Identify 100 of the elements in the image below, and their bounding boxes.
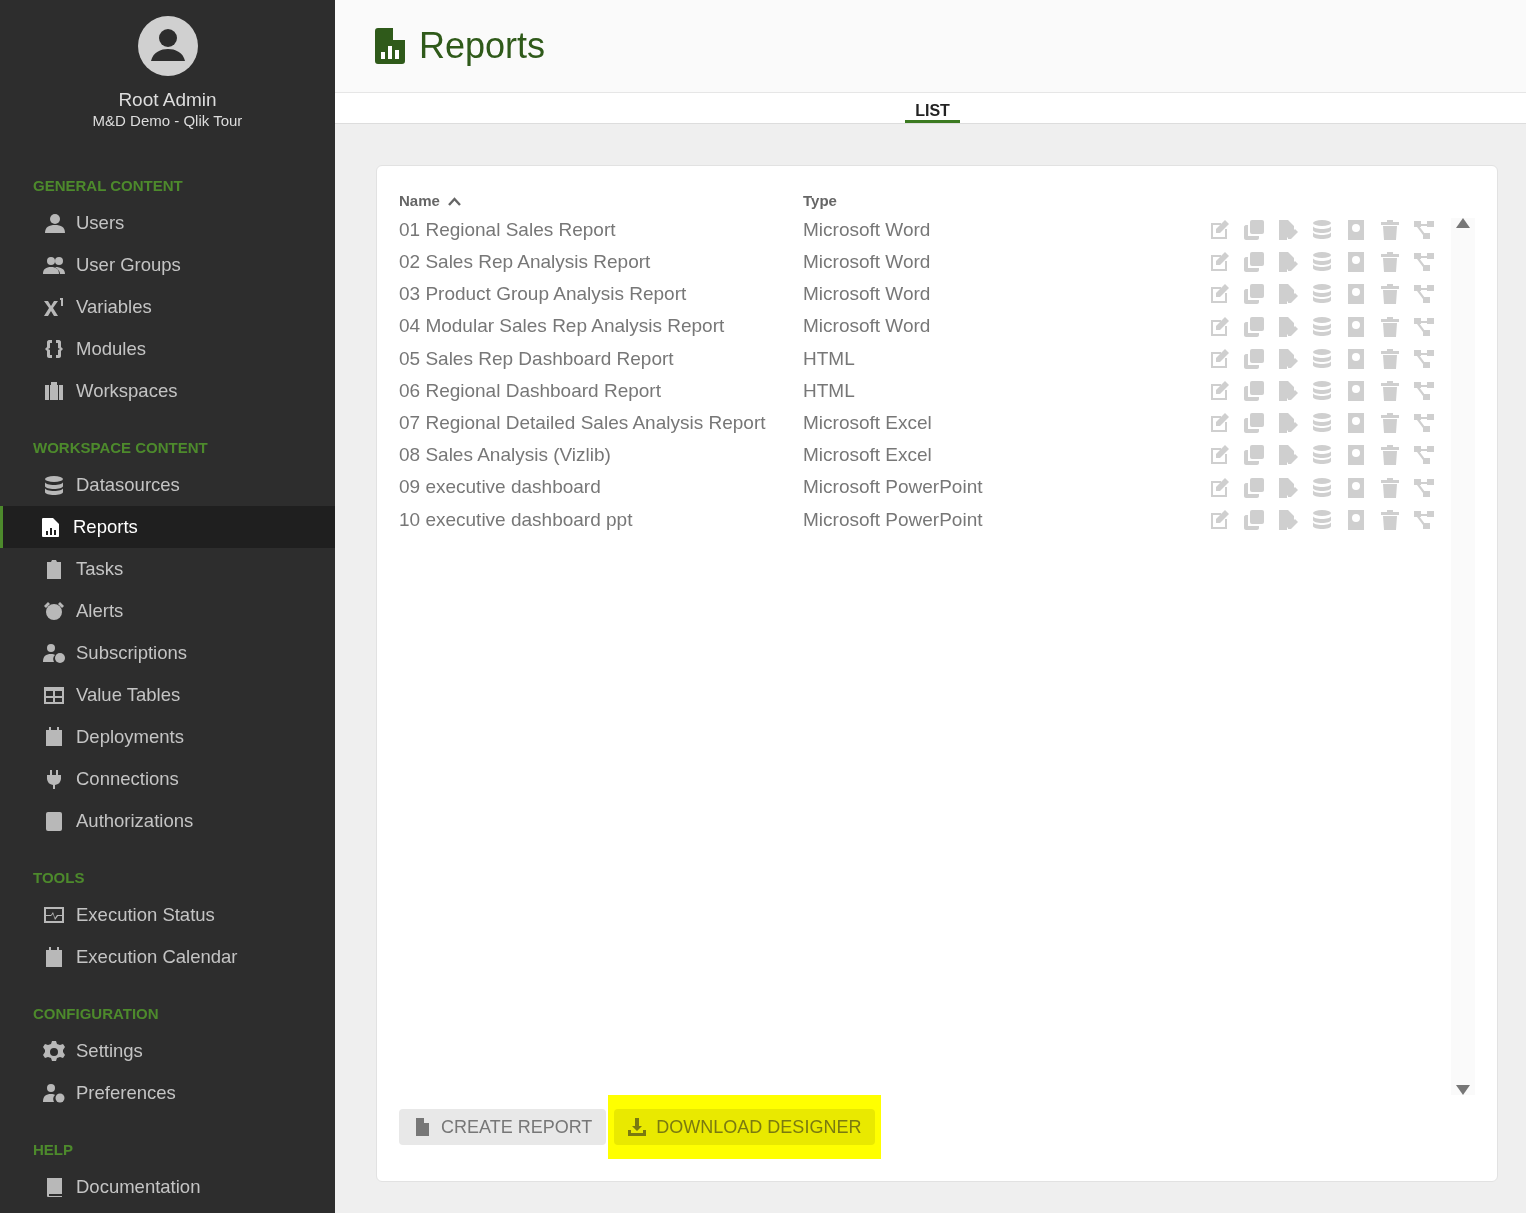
table-cell-text: 01 Regional Sales Report xyxy=(399,217,617,242)
share-nodes-icon[interactable] xyxy=(1413,219,1435,242)
tab[interactable]: LIST xyxy=(905,93,960,123)
edit-icon[interactable] xyxy=(1209,347,1231,370)
trash-icon[interactable] xyxy=(1379,412,1401,435)
database-icon[interactable] xyxy=(1311,380,1333,403)
trash-icon[interactable] xyxy=(1379,508,1401,531)
share-nodes-icon[interactable] xyxy=(1413,476,1435,499)
sidebar-item[interactable]: Datasources xyxy=(0,463,335,506)
edit-icon[interactable] xyxy=(1209,412,1231,435)
trash-icon[interactable] xyxy=(1379,251,1401,274)
scrollbar[interactable] xyxy=(1451,218,1475,1095)
table-cell-text: 03 Product Group Analysis Report xyxy=(399,282,688,307)
person-icon xyxy=(43,212,65,233)
share-nodes-icon[interactable] xyxy=(1413,283,1435,306)
copy-icon[interactable] xyxy=(1243,444,1265,467)
trash-icon[interactable] xyxy=(1379,380,1401,403)
edit-icon[interactable] xyxy=(1209,251,1231,274)
sidebar-item[interactable]: Variables xyxy=(0,285,335,328)
copy-icon[interactable] xyxy=(1243,380,1265,403)
avatar-icon xyxy=(137,16,198,76)
sidebar-item[interactable]: Reports xyxy=(0,505,335,548)
database-icon[interactable] xyxy=(1311,315,1333,338)
database-icon[interactable] xyxy=(1311,476,1333,499)
share-nodes-icon[interactable] xyxy=(1413,315,1435,338)
sidebar-item[interactable]: Subscriptions xyxy=(0,631,335,674)
sidebar-item[interactable]: Modules xyxy=(0,327,335,370)
sidebar-item[interactable]: User Groups xyxy=(0,243,335,286)
copy-icon[interactable] xyxy=(1243,283,1265,306)
report-chart-icon xyxy=(40,516,62,537)
trash-icon[interactable] xyxy=(1379,347,1401,370)
edit-icon[interactable] xyxy=(1209,315,1231,338)
table-cell-text: Microsoft Word xyxy=(803,314,932,339)
sidebar-item[interactable]: Users xyxy=(0,201,335,244)
file-icon xyxy=(413,1118,431,1136)
sidebar-item[interactable]: Documentation xyxy=(0,1165,335,1208)
trash-icon[interactable] xyxy=(1379,476,1401,499)
copy-icon[interactable] xyxy=(1243,347,1265,370)
user-subtitle: M&D Demo - Qlik Tour xyxy=(91,111,244,130)
column-header[interactable]: Type xyxy=(803,189,1209,213)
sidebar-item[interactable]: Connections xyxy=(0,757,335,800)
table-cell-text: 10 executive dashboard ppt xyxy=(399,507,634,532)
edit-icon[interactable] xyxy=(1209,444,1231,467)
copy-icon[interactable] xyxy=(1243,476,1265,499)
edit-icon[interactable] xyxy=(1209,219,1231,242)
copy-icon[interactable] xyxy=(1243,315,1265,338)
edit-icon[interactable] xyxy=(1209,508,1231,531)
trash-icon[interactable] xyxy=(1379,444,1401,467)
braces-icon xyxy=(43,338,65,359)
share-nodes-icon[interactable] xyxy=(1413,444,1435,467)
share-nodes-icon[interactable] xyxy=(1413,380,1435,403)
page-title: Reports xyxy=(419,24,546,68)
sidebar-item[interactable]: Execution Status xyxy=(0,893,335,936)
table-cell-text: Microsoft Excel xyxy=(803,443,933,468)
database-icon[interactable] xyxy=(1311,347,1333,370)
edit-icon[interactable] xyxy=(1209,283,1231,306)
scroll-up-arrow-icon[interactable] xyxy=(1456,218,1470,228)
table-cell-text: Microsoft Word xyxy=(803,250,932,275)
database-icon[interactable] xyxy=(1311,508,1333,531)
table-cell-text: 02 Sales Rep Analysis Report xyxy=(399,250,652,275)
edit-icon[interactable] xyxy=(1209,380,1231,403)
sidebar-item[interactable]: Value Tables xyxy=(0,673,335,716)
copy-icon[interactable] xyxy=(1243,412,1265,435)
database-icon[interactable] xyxy=(1311,283,1333,306)
database-icon[interactable] xyxy=(1311,219,1333,242)
sidebar-item[interactable]: Preferences xyxy=(0,1071,335,1114)
database-icon[interactable] xyxy=(1311,444,1333,467)
briefcase-icon xyxy=(43,380,65,401)
table-cell-text: Microsoft PowerPoint xyxy=(803,475,984,500)
sidebar-item[interactable]: Deployments xyxy=(0,715,335,758)
trash-icon[interactable] xyxy=(1379,315,1401,338)
section-heading: GENERAL CONTENT xyxy=(32,175,184,196)
scroll-down-arrow-icon[interactable] xyxy=(1456,1085,1470,1095)
copy-icon[interactable] xyxy=(1243,508,1265,531)
copy-icon[interactable] xyxy=(1243,251,1265,274)
share-nodes-icon[interactable] xyxy=(1413,251,1435,274)
section-heading: CONFIGURATION xyxy=(32,1003,160,1024)
trash-icon[interactable] xyxy=(1379,283,1401,306)
sidebar-item[interactable]: Alerts xyxy=(0,589,335,632)
table-cell-text: 06 Regional Dashboard Report xyxy=(399,378,662,403)
table-cell-text: Microsoft Word xyxy=(803,282,932,307)
sort-ascending-icon[interactable] xyxy=(447,196,461,206)
share-nodes-icon[interactable] xyxy=(1413,412,1435,435)
action-button[interactable]: CREATE REPORT xyxy=(399,1109,607,1145)
database-icon[interactable] xyxy=(1311,251,1333,274)
trash-icon[interactable] xyxy=(1379,219,1401,242)
share-nodes-icon[interactable] xyxy=(1413,347,1435,370)
copy-icon[interactable] xyxy=(1243,219,1265,242)
table-cell-text: 09 executive dashboard xyxy=(399,475,602,500)
share-nodes-icon[interactable] xyxy=(1413,508,1435,531)
table-cell-text: Microsoft PowerPoint xyxy=(803,507,984,532)
sidebar-item[interactable]: Tasks xyxy=(0,547,335,590)
gear-icon xyxy=(43,1040,65,1061)
sidebar-item[interactable]: Workspaces xyxy=(0,369,335,412)
database-icon[interactable] xyxy=(1311,412,1333,435)
sidebar-item[interactable]: Execution Calendar xyxy=(0,935,335,978)
sidebar-item[interactable]: Authorizations xyxy=(0,799,335,842)
sidebar-item[interactable]: Settings xyxy=(0,1029,335,1072)
column-header[interactable]: Name xyxy=(399,189,803,213)
edit-icon[interactable] xyxy=(1209,476,1231,499)
